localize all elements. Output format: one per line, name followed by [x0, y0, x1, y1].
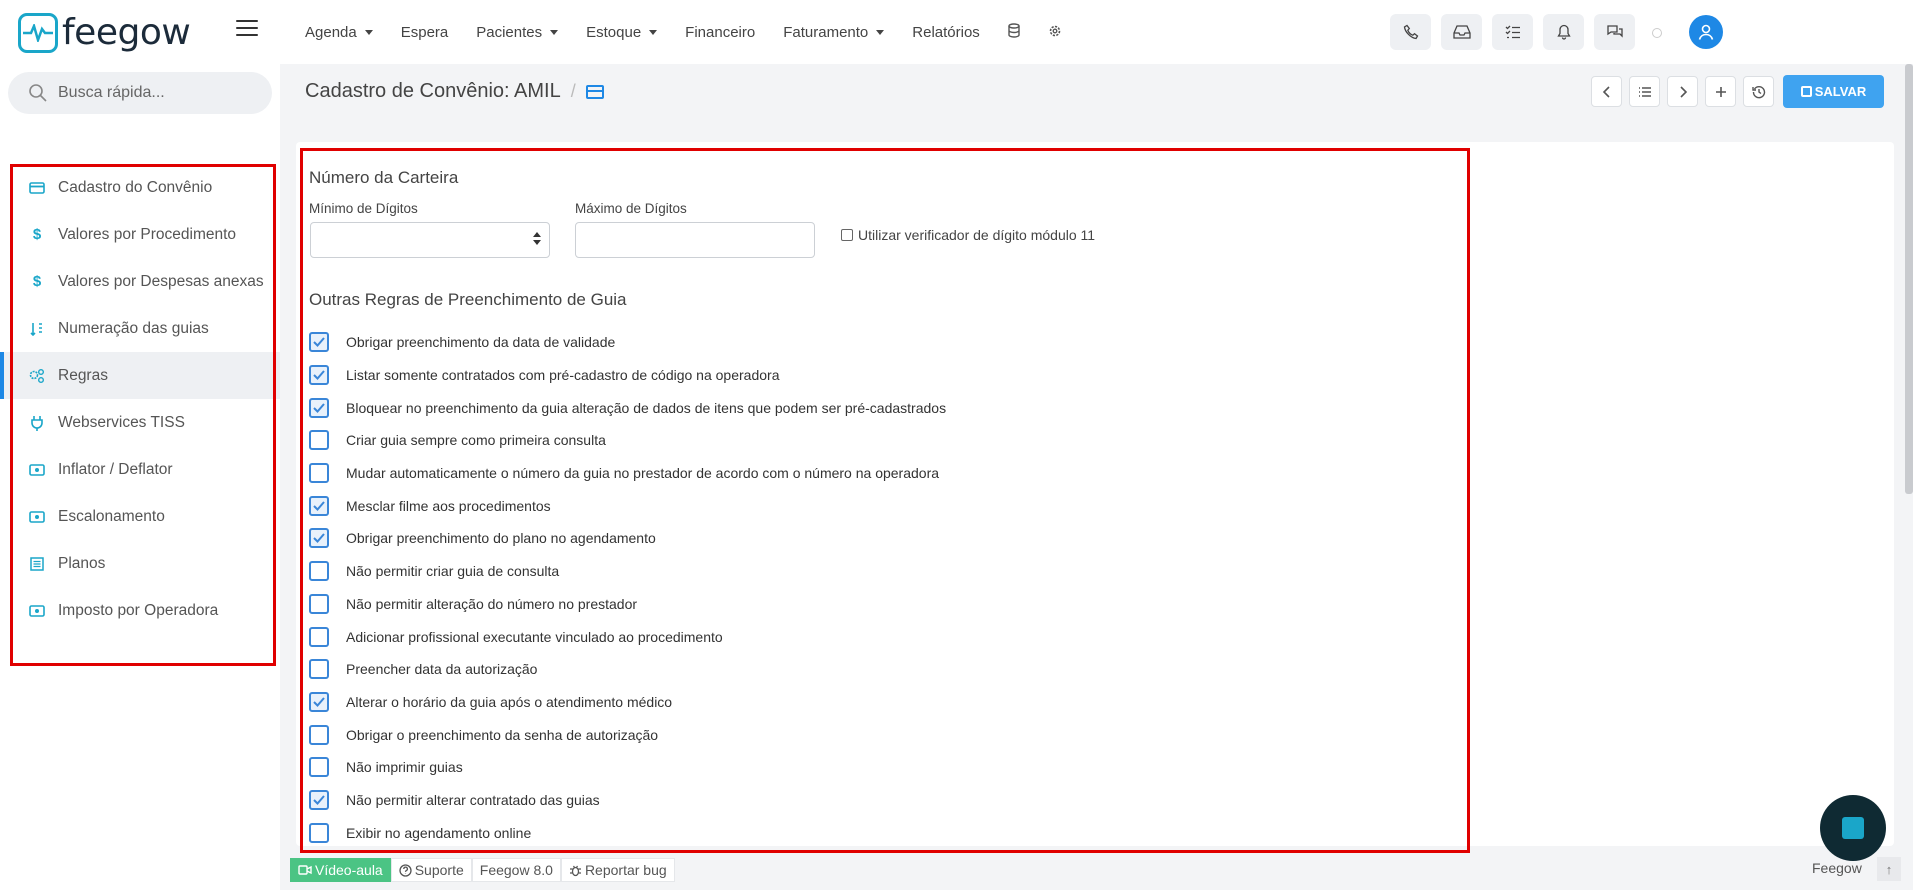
footer-brand: Feegow	[1812, 860, 1862, 876]
assistant-fab[interactable]	[1820, 795, 1886, 861]
bell-icon[interactable]	[1543, 14, 1584, 50]
chevron-down-icon	[649, 29, 658, 35]
save-button[interactable]: SALVAR	[1783, 75, 1884, 108]
history-button[interactable]	[1743, 76, 1774, 107]
avatar[interactable]	[1689, 15, 1723, 49]
footer-links: Vídeo-aula Suporte Feegow 8.0 Reportar b…	[290, 858, 675, 882]
status-dot-icon	[1652, 28, 1662, 38]
next-button[interactable]	[1667, 76, 1698, 107]
nav-pacientes[interactable]: Pacientes	[476, 24, 559, 41]
content-highlight-box	[300, 148, 1470, 853]
card-icon	[585, 84, 604, 99]
video-icon	[298, 865, 312, 875]
top-bar: feegow Agenda Espera Pacientes Estoque F…	[0, 0, 1913, 64]
assistant-icon	[1842, 817, 1864, 839]
chevron-down-icon	[876, 29, 885, 35]
feegow-logo[interactable]: feegow	[18, 12, 191, 53]
save-icon	[1800, 86, 1812, 97]
menu-toggle-icon[interactable]	[236, 20, 258, 40]
tasks-icon[interactable]	[1492, 14, 1533, 50]
chat-icon[interactable]	[1594, 14, 1635, 50]
database-icon[interactable]	[1008, 23, 1020, 41]
add-button[interactable]	[1705, 76, 1736, 107]
list-button[interactable]	[1629, 76, 1660, 107]
previous-button[interactable]	[1591, 76, 1622, 107]
inbox-icon[interactable]	[1441, 14, 1482, 50]
search-input[interactable]	[58, 84, 258, 102]
scrollbar[interactable]	[1905, 64, 1913, 494]
main-nav: Agenda Espera Pacientes Estoque Financei…	[305, 0, 1090, 64]
logo-heartbeat-icon	[18, 12, 58, 53]
version-label: Feegow 8.0	[471, 858, 561, 882]
search-icon	[29, 84, 47, 102]
top-actions	[1390, 14, 1635, 50]
chevron-down-icon	[550, 29, 559, 35]
nav-relatorios[interactable]: Relatórios	[912, 24, 980, 41]
quick-search	[8, 72, 272, 114]
nav-estoque[interactable]: Estoque	[586, 24, 658, 41]
nav-faturamento[interactable]: Faturamento	[783, 24, 885, 41]
sidebar-highlight-box	[10, 164, 276, 666]
report-bug-link[interactable]: Reportar bug	[560, 858, 675, 882]
nav-agenda[interactable]: Agenda	[305, 24, 373, 41]
question-icon	[399, 863, 412, 877]
phone-icon[interactable]	[1390, 14, 1431, 50]
nav-espera[interactable]: Espera	[401, 24, 449, 41]
gear-icon[interactable]	[1048, 24, 1062, 41]
suporte-link[interactable]: Suporte	[390, 858, 472, 882]
video-aula-link[interactable]: Vídeo-aula	[290, 858, 391, 882]
logo-text: feegow	[62, 12, 191, 53]
page-title: Cadastro de Convênio: AMIL /	[305, 80, 604, 103]
nav-financeiro[interactable]: Financeiro	[685, 24, 755, 41]
bug-icon	[569, 865, 581, 876]
scroll-top-icon[interactable]: ↑	[1877, 857, 1901, 881]
record-toolbar	[1591, 76, 1774, 107]
chevron-down-icon	[364, 29, 373, 35]
